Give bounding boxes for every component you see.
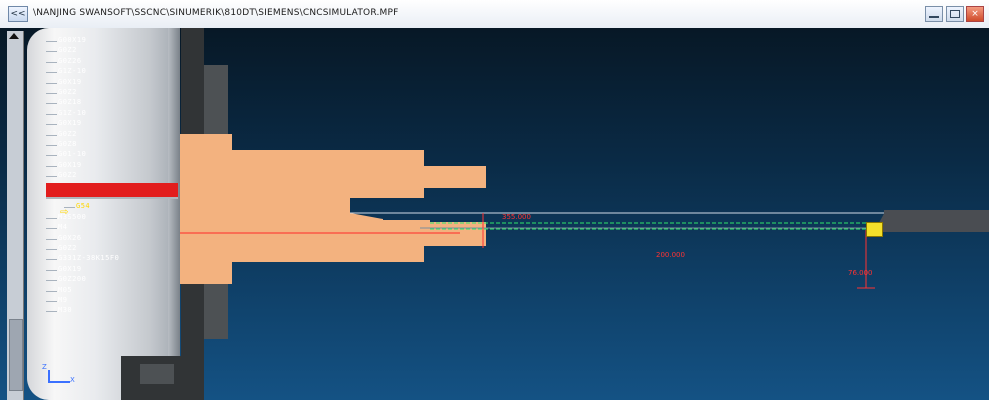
tool-tip	[866, 222, 883, 237]
minimize-button[interactable]	[925, 6, 943, 22]
program-line[interactable]: G54	[64, 202, 191, 212]
program-line[interactable]: G0Z26	[46, 57, 173, 67]
program-line[interactable]: G0Z200	[46, 275, 173, 285]
axis-x-label: X	[70, 376, 75, 384]
program-line[interactable]: M9	[46, 296, 173, 306]
current-line-arrow-icon: ⇨	[60, 207, 69, 218]
program-line[interactable]: G0Z2	[46, 171, 173, 181]
dimension-label-1: 355.000	[502, 213, 531, 221]
program-line[interactable]: G0Z18	[46, 98, 173, 108]
chuck-jaw-bottom-step	[204, 284, 228, 339]
window-title: \NANJING SWANSOFT\SSCNC\SINUMERIK\810DT\…	[33, 8, 399, 18]
chuck-jaw-top-outer	[181, 28, 204, 150]
program-scrollbar[interactable]	[7, 31, 24, 400]
chuck-jaw-bottom-notch	[140, 364, 174, 384]
program-line[interactable]: G0Z2	[46, 46, 173, 56]
program-line[interactable]: M4	[46, 223, 173, 233]
axis-z-label: Z	[42, 363, 47, 371]
program-line[interactable]: G0X19	[46, 78, 173, 88]
minimize-icon	[929, 16, 939, 18]
program-line[interactable]: G1Z-10	[46, 67, 173, 77]
close-icon: ×	[971, 9, 979, 19]
program-line[interactable]: G1Z-10	[46, 109, 173, 119]
axis-indicator-horizontal	[48, 381, 70, 383]
close-button[interactable]: ×	[966, 6, 984, 22]
scroll-up-icon[interactable]	[9, 33, 19, 39]
dimension-label-3: 76.000	[848, 269, 873, 277]
program-line[interactable]: G01-10	[46, 150, 173, 160]
program-line[interactable]: G0Z2	[46, 88, 173, 98]
title-bar: << \NANJING SWANSOFT\SSCNC\SINUMERIK\810…	[0, 0, 989, 29]
program-line[interactable]: G0X19	[46, 119, 173, 129]
program-line[interactable]: M3S500	[46, 213, 173, 223]
program-line[interactable]: G0X19	[46, 161, 173, 171]
dimension-label-2: 200.000	[656, 251, 685, 259]
program-line[interactable]: G0X19	[46, 265, 173, 275]
program-line[interactable]: G0X26	[46, 234, 173, 244]
back-button[interactable]: <<	[8, 6, 28, 22]
program-line[interactable]: M30	[46, 306, 173, 316]
highlight-divider	[46, 197, 178, 199]
tool-holder	[884, 210, 989, 232]
chuck-jaw-top-step	[204, 65, 228, 150]
highlighted-program-line	[46, 183, 178, 197]
program-line[interactable]: M05	[46, 286, 173, 296]
maximize-button[interactable]	[946, 6, 964, 22]
program-line[interactable]: G0Z2	[46, 244, 173, 254]
program-line[interactable]: G00X19	[46, 36, 173, 46]
scrollbar-thumb[interactable]	[9, 319, 23, 391]
program-line[interactable]: G0Z2	[46, 130, 173, 140]
program-line[interactable]: G0Z8	[46, 140, 173, 150]
maximize-icon	[950, 10, 960, 18]
program-line[interactable]: G331Z-38K15F0	[46, 254, 173, 264]
program-listing: G00X19 G0Z2 G0Z26 G1Z-10 G0X19 G0Z2 G0Z18 G1Z-1…	[46, 28, 178, 328]
